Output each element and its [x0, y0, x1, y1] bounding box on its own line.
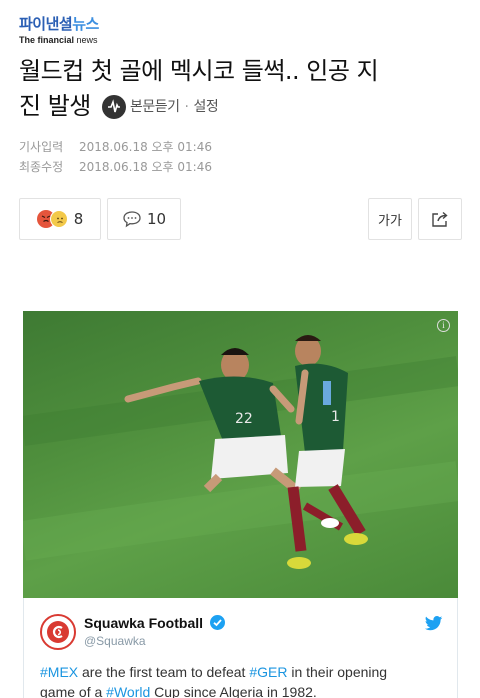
hashtag-world[interactable]: #World — [106, 684, 150, 698]
separator-dot: · — [184, 98, 189, 115]
font-size-button[interactable]: 가가 — [368, 198, 412, 240]
modified-time: 2018.06.18 오후 01:46 — [79, 160, 212, 174]
hashtag-ger[interactable]: #GER — [249, 664, 287, 680]
modified-label: 최종수정 — [19, 160, 64, 174]
players-illustration: 22 1 — [23, 335, 458, 569]
article-title: 월드컵 첫 골에 멕시코 들썩.. 인공 지 진 발생 본문듣기 · 설정 — [19, 54, 464, 125]
svg-text:1: 1 — [331, 409, 340, 425]
input-time: 2018.06.18 오후 01:46 — [79, 140, 212, 154]
info-icon[interactable]: i — [437, 319, 450, 332]
tweet-card[interactable]: Squawka Football @Squawka #MEX are the f… — [23, 598, 458, 698]
site-logo[interactable]: 파이낸셜뉴스 The financial news — [19, 13, 99, 45]
squawka-avatar[interactable] — [40, 614, 76, 650]
logo-english: The financial news — [19, 35, 98, 45]
logo-main-text: 파이낸셜 — [19, 15, 73, 33]
article-meta: 기사입력 2018.06.18 오후 01:46 최종수정 2018.06.18 오… — [19, 137, 212, 177]
input-label: 기사입력 — [19, 140, 64, 154]
verified-badge-icon — [209, 615, 225, 630]
svg-text:22: 22 — [235, 411, 253, 427]
tweet-text: #MEX are the first team to defeat #GER i… — [40, 664, 388, 698]
hashtag-mex[interactable]: #MEX — [40, 664, 78, 680]
logo-sub-text: 뉴스 — [72, 15, 99, 33]
share-icon — [432, 211, 448, 227]
comment-button[interactable]: 10 — [107, 198, 181, 240]
reaction-button[interactable]: 8 — [19, 198, 101, 240]
settings-link[interactable]: 설정 — [194, 90, 219, 125]
tweet-author[interactable]: Squawka Football — [84, 615, 225, 631]
comment-count: 10 — [146, 210, 167, 228]
tweet-photo[interactable]: 22 1 i — [23, 311, 458, 598]
sad-emoji-icon — [49, 210, 68, 228]
share-button[interactable] — [418, 198, 462, 240]
font-size-label: 가가 — [378, 213, 402, 229]
reaction-count: 8 — [73, 210, 84, 228]
listen-button[interactable]: 본문듣기 — [130, 90, 180, 125]
comment-icon — [123, 211, 141, 228]
listen-icon[interactable] — [102, 95, 127, 119]
twitter-bird-icon[interactable] — [425, 616, 443, 631]
tweet-handle[interactable]: @Squawka — [84, 634, 146, 648]
